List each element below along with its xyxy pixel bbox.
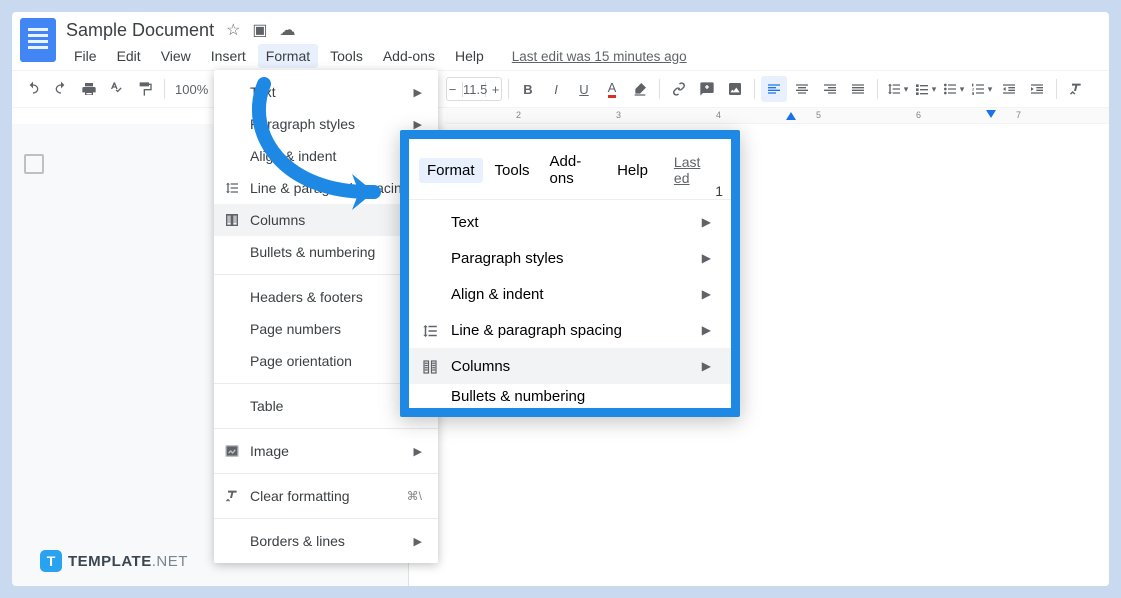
align-justify-button[interactable] — [845, 76, 871, 102]
callout-dropdown: Text▶ Paragraph styles▶ Align & indent▶ … — [409, 199, 731, 408]
star-icon[interactable]: ☆ — [226, 20, 240, 40]
checklist-button[interactable] — [912, 76, 938, 102]
add-comment-button[interactable] — [694, 76, 720, 102]
callout-menu-help[interactable]: Help — [609, 158, 656, 183]
line-spacing-icon — [224, 180, 240, 196]
ruler-tick: 6 — [916, 110, 921, 120]
ruler-tick: 7 — [1016, 110, 1021, 120]
menu-item-borders-lines[interactable]: Borders & lines▶ — [214, 525, 438, 557]
menu-item-clear-formatting[interactable]: Clear formatting⌘\ — [214, 480, 438, 512]
menu-item-image[interactable]: Image▶ — [214, 435, 438, 467]
left-rail — [12, 124, 56, 586]
underline-button[interactable]: U — [571, 76, 597, 102]
paint-format-button[interactable] — [132, 76, 158, 102]
undo-button[interactable] — [20, 76, 46, 102]
logo-text: TEMPLATE.NET — [68, 553, 188, 570]
header: Sample Document ☆ ▣ ☁ File Edit View Ins… — [12, 12, 1109, 70]
insert-image-button[interactable] — [722, 76, 748, 102]
ruler[interactable]: 2 3 4 5 6 7 — [446, 108, 1109, 124]
menu-item-text[interactable]: Text▶ — [214, 76, 438, 108]
document-title[interactable]: Sample Document — [66, 20, 214, 41]
font-size-value[interactable]: 11.5 — [462, 82, 486, 97]
font-size-control[interactable]: − 11.5 + — [446, 77, 502, 101]
line-spacing-icon — [421, 322, 439, 340]
callout-last-edit[interactable]: Last ed — [666, 150, 721, 190]
ruler-marker-icon[interactable] — [986, 110, 996, 118]
print-button[interactable] — [76, 76, 102, 102]
callout-item-paragraph-styles[interactable]: Paragraph styles▶ — [409, 240, 731, 276]
numbered-list-button[interactable] — [968, 76, 994, 102]
last-edit-link[interactable]: Last edit was 15 minutes ago — [504, 45, 695, 68]
bulleted-list-button[interactable] — [940, 76, 966, 102]
callout-item-align-indent[interactable]: Align & indent▶ — [409, 276, 731, 312]
callout-item-line-spacing[interactable]: Line & paragraph spacing▶ — [409, 312, 731, 348]
ruler-tick: 2 — [516, 110, 521, 120]
menu-addons[interactable]: Add-ons — [375, 44, 443, 68]
callout-menu-tools[interactable]: Tools — [487, 158, 538, 183]
menu-edit[interactable]: Edit — [109, 44, 149, 68]
callout-menu-addons[interactable]: Add-ons — [542, 149, 606, 191]
redo-button[interactable] — [48, 76, 74, 102]
menu-view[interactable]: View — [153, 44, 199, 68]
google-docs-window: Sample Document ☆ ▣ ☁ File Edit View Ins… — [12, 12, 1109, 586]
ruler-marker-icon[interactable] — [786, 112, 796, 120]
spellcheck-button[interactable] — [104, 76, 130, 102]
callout-menubar: Format Tools Add-ons Help Last ed — [409, 139, 731, 199]
menu-tools[interactable]: Tools — [322, 44, 371, 68]
callout-menu-format[interactable]: Format — [419, 158, 483, 183]
menu-format[interactable]: Format — [258, 44, 318, 68]
bold-button[interactable]: B — [515, 76, 541, 102]
menu-help[interactable]: Help — [447, 44, 492, 68]
callout-zoom: Format Tools Add-ons Help Last ed 1 Text… — [400, 130, 740, 417]
toolbar: 100% − 11.5 + B I U A — [12, 70, 1109, 108]
decrease-indent-button[interactable] — [996, 76, 1022, 102]
font-size-increase[interactable]: + — [490, 82, 501, 97]
line-spacing-button[interactable] — [884, 76, 910, 102]
move-icon[interactable]: ▣ — [252, 20, 267, 40]
align-center-button[interactable] — [789, 76, 815, 102]
ruler-tick: 5 — [816, 110, 821, 120]
clear-formatting-button[interactable] — [1063, 76, 1089, 102]
text-color-button[interactable]: A — [599, 76, 625, 102]
menu-file[interactable]: File — [66, 44, 105, 68]
callout-item-bullets-numbering[interactable]: Bullets & numbering — [409, 384, 731, 408]
callout-partial-text: 1 — [715, 183, 723, 199]
docs-logo-icon[interactable] — [20, 18, 56, 62]
align-left-button[interactable] — [761, 76, 787, 102]
align-right-button[interactable] — [817, 76, 843, 102]
title-area: Sample Document ☆ ▣ ☁ File Edit View Ins… — [66, 18, 1101, 68]
menu-insert[interactable]: Insert — [203, 44, 254, 68]
columns-icon — [224, 212, 240, 228]
image-icon — [224, 443, 240, 459]
columns-icon — [421, 358, 439, 376]
ruler-tick: 4 — [716, 110, 721, 120]
outline-toggle-icon[interactable] — [24, 154, 44, 174]
ruler-tick: 3 — [616, 110, 621, 120]
italic-button[interactable]: I — [543, 76, 569, 102]
increase-indent-button[interactable] — [1024, 76, 1050, 102]
font-size-decrease[interactable]: − — [447, 82, 458, 97]
logo-badge-icon: T — [40, 550, 62, 572]
footer-logo: T TEMPLATE.NET — [40, 550, 188, 572]
callout-item-columns[interactable]: Columns▶ — [409, 348, 731, 384]
insert-link-button[interactable] — [666, 76, 692, 102]
menubar: File Edit View Insert Format Tools Add-o… — [66, 44, 1101, 68]
highlight-button[interactable] — [627, 76, 653, 102]
callout-item-text[interactable]: Text▶ — [409, 204, 731, 240]
clear-formatting-icon — [224, 488, 240, 504]
cloud-icon[interactable]: ☁ — [280, 20, 296, 40]
